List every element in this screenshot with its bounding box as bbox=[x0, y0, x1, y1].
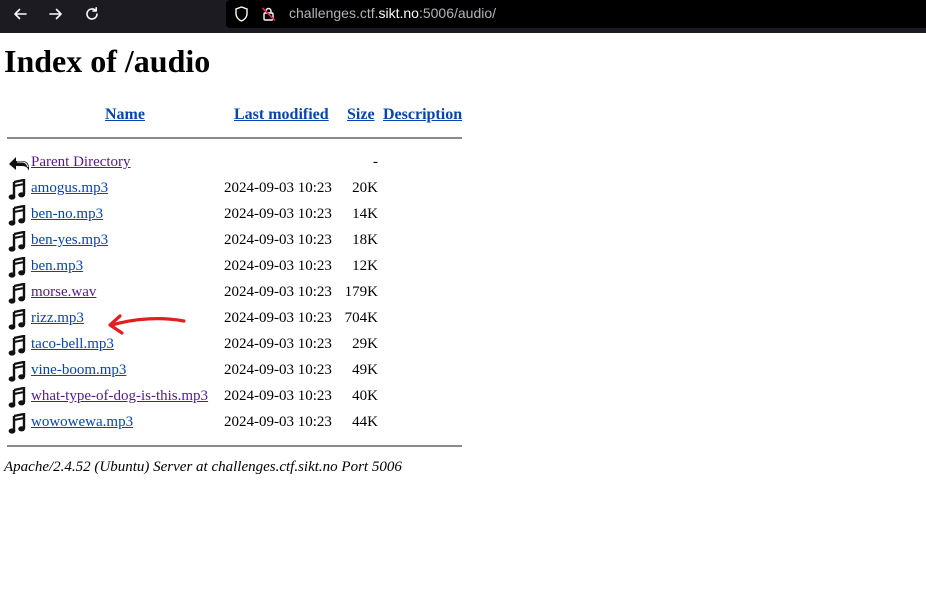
audio-file-icon bbox=[8, 386, 28, 409]
url-text[interactable]: challenges.ctf.sikt.no:5006/audio/ bbox=[289, 5, 496, 21]
audio-file-icon bbox=[8, 204, 28, 227]
audio-file-icon bbox=[8, 230, 28, 253]
page-title: Index of /audio bbox=[4, 43, 211, 79]
url-path: :5006/audio/ bbox=[418, 5, 497, 21]
file-size: 18K bbox=[352, 232, 378, 248]
table-bottom-rule bbox=[7, 445, 462, 447]
file-link[interactable]: ben.mp3 bbox=[31, 258, 83, 275]
file-row: amogus.mp3 2024-09-03 10:23 20K bbox=[0, 177, 480, 203]
forward-button[interactable] bbox=[41, 0, 71, 28]
file-modified: 2024-09-03 10:23 bbox=[224, 232, 332, 248]
file-size: 44K bbox=[352, 414, 378, 430]
table-top-rule bbox=[7, 137, 462, 139]
file-modified: 2024-09-03 10:23 bbox=[224, 414, 332, 430]
audio-file-icon bbox=[8, 308, 28, 331]
file-row: taco-bell.mp3 2024-09-03 10:23 29K bbox=[0, 333, 480, 359]
parent-size: - bbox=[373, 154, 378, 170]
file-modified: 2024-09-03 10:23 bbox=[224, 388, 332, 404]
file-size: 12K bbox=[352, 258, 378, 274]
audio-file-icon bbox=[8, 256, 28, 279]
file-size: 179K bbox=[344, 284, 378, 300]
file-modified: 2024-09-03 10:23 bbox=[224, 336, 332, 352]
address-bar[interactable]: challenges.ctf.sikt.no:5006/audio/ bbox=[226, 0, 926, 28]
file-modified: 2024-09-03 10:23 bbox=[224, 206, 332, 222]
back-button[interactable] bbox=[5, 0, 35, 28]
file-row: morse.wav 2024-09-03 10:23 179K bbox=[0, 281, 480, 307]
audio-file-icon bbox=[8, 178, 28, 201]
forward-arrow-icon bbox=[49, 8, 62, 20]
file-modified: 2024-09-03 10:23 bbox=[224, 284, 332, 300]
file-row: wowowewa.mp3 2024-09-03 10:23 44K bbox=[0, 411, 480, 437]
file-link[interactable]: wowowewa.mp3 bbox=[31, 414, 133, 431]
audio-file-icon bbox=[8, 412, 28, 435]
reload-button[interactable] bbox=[77, 0, 107, 28]
file-link[interactable]: vine-boom.mp3 bbox=[31, 362, 126, 379]
file-row: rizz.mp3 2024-09-03 10:23 704K bbox=[0, 307, 480, 333]
file-row: ben.mp3 2024-09-03 10:23 12K bbox=[0, 255, 480, 281]
file-modified: 2024-09-03 10:23 bbox=[224, 180, 332, 196]
back-folder-icon bbox=[8, 153, 29, 175]
file-size: 49K bbox=[352, 362, 378, 378]
file-size: 40K bbox=[352, 388, 378, 404]
browser-toolbar: challenges.ctf.sikt.no:5006/audio/ bbox=[0, 0, 926, 33]
file-row: vine-boom.mp3 2024-09-03 10:23 49K bbox=[0, 359, 480, 385]
file-modified: 2024-09-03 10:23 bbox=[224, 310, 332, 326]
file-size: 20K bbox=[352, 180, 378, 196]
column-header-last-modified[interactable]: Last modified bbox=[234, 106, 329, 124]
column-header-description[interactable]: Description bbox=[383, 106, 462, 124]
url-domain: sikt.no bbox=[378, 5, 419, 21]
file-link[interactable]: amogus.mp3 bbox=[31, 180, 108, 197]
audio-file-icon bbox=[8, 334, 28, 357]
file-link[interactable]: morse.wav bbox=[31, 284, 96, 301]
file-size: 14K bbox=[352, 206, 378, 222]
insecure-lock-icon[interactable] bbox=[261, 6, 277, 27]
server-signature: Apache/2.4.52 (Ubuntu) Server at challen… bbox=[4, 459, 402, 475]
file-size: 29K bbox=[352, 336, 378, 352]
file-modified: 2024-09-03 10:23 bbox=[224, 258, 332, 274]
parent-directory-row: Parent Directory - bbox=[0, 151, 480, 177]
file-link[interactable]: what-type-of-dog-is-this.mp3 bbox=[31, 388, 208, 405]
file-row: what-type-of-dog-is-this.mp3 2024-09-03 1… bbox=[0, 385, 480, 411]
parent-directory-link[interactable]: Parent Directory bbox=[31, 154, 131, 171]
url-host: challenges.ctf. bbox=[289, 5, 379, 21]
file-row: ben-no.mp3 2024-09-03 10:23 14K bbox=[0, 203, 480, 229]
column-header-name[interactable]: Name bbox=[105, 106, 145, 124]
file-link[interactable]: ben-no.mp3 bbox=[31, 206, 103, 223]
file-link[interactable]: rizz.mp3 bbox=[31, 310, 84, 327]
audio-file-icon bbox=[8, 360, 28, 383]
column-header-size[interactable]: Size bbox=[347, 106, 375, 124]
file-row: ben-yes.mp3 2024-09-03 10:23 18K bbox=[0, 229, 480, 255]
back-arrow-icon bbox=[14, 8, 27, 20]
shield-icon[interactable] bbox=[234, 6, 249, 27]
file-link[interactable]: ben-yes.mp3 bbox=[31, 232, 108, 249]
file-modified: 2024-09-03 10:23 bbox=[224, 362, 332, 378]
reload-icon bbox=[86, 7, 98, 20]
red-arrow-annotation bbox=[108, 314, 186, 335]
audio-file-icon bbox=[8, 282, 28, 305]
file-size: 704K bbox=[344, 310, 378, 326]
